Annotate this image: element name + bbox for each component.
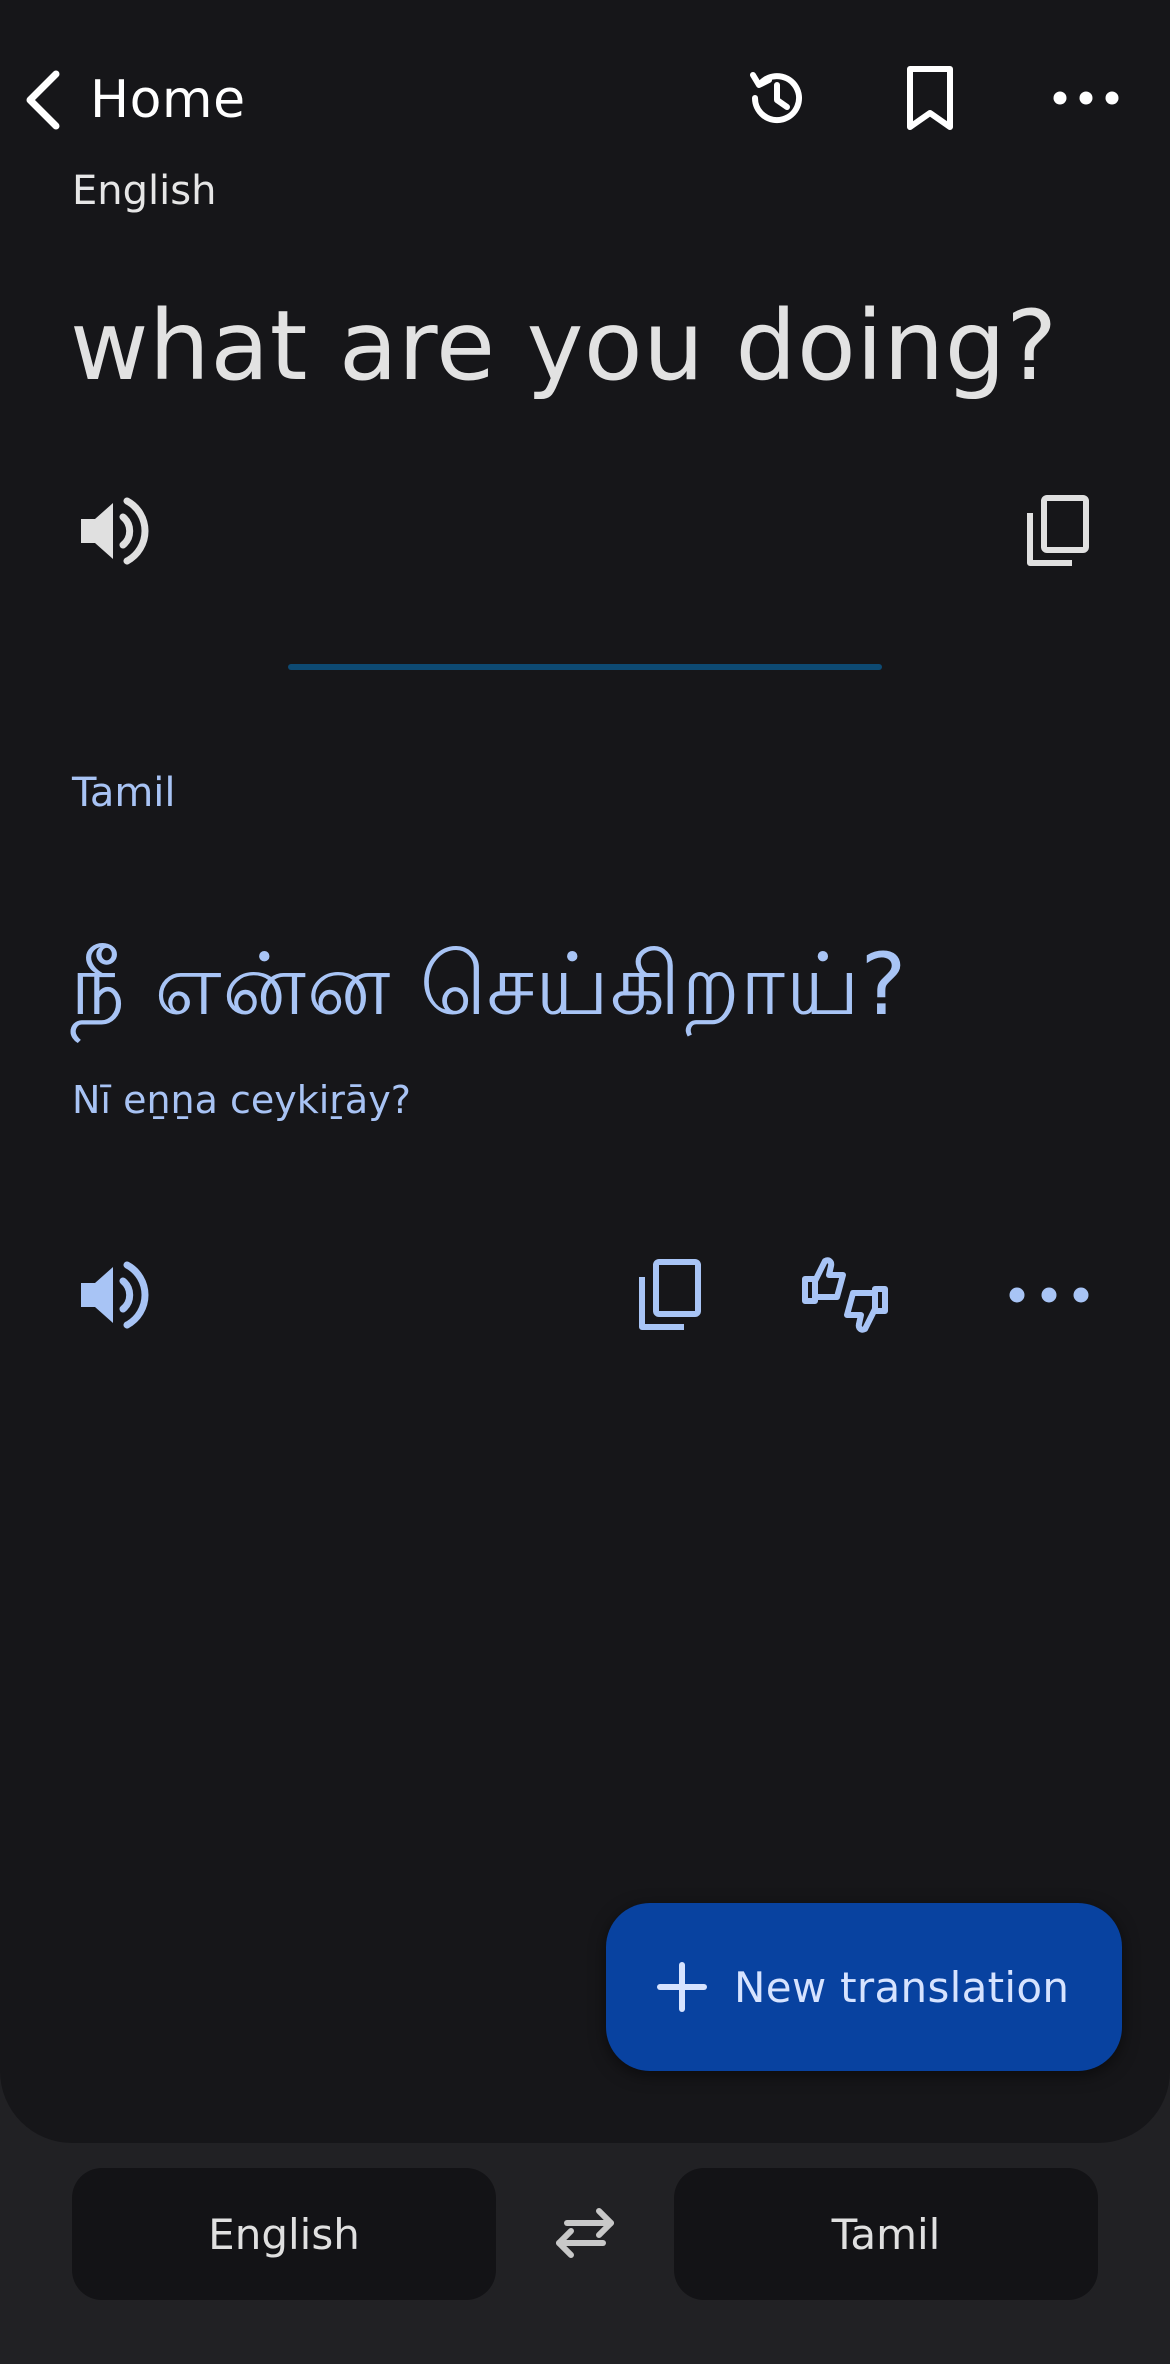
transliteration-text: Nī eṉṉa ceykiṟāy? [72, 1078, 411, 1122]
target-language-label: Tamil [72, 770, 176, 816]
bookmark-icon [900, 63, 960, 137]
copy-icon [634, 1257, 704, 1337]
swap-languages-button[interactable] [540, 2190, 630, 2280]
translate-screen: Home English what are you doing? Tamil ந… [0, 0, 1170, 2364]
translated-text[interactable]: நீ என்ன செய்கிறாய்? [70, 935, 907, 1046]
more-options-button[interactable] [1044, 58, 1128, 142]
history-button[interactable] [734, 58, 818, 142]
rate-translation-button[interactable] [800, 1252, 890, 1342]
target-more-button[interactable] [1004, 1252, 1094, 1342]
target-language-selector-label: Tamil [831, 2209, 941, 2259]
speaker-icon [75, 1257, 151, 1337]
history-icon [741, 63, 811, 137]
more-horizontal-icon [1051, 88, 1121, 112]
back-label: Home [90, 70, 246, 130]
source-language-selector[interactable]: English [72, 2168, 496, 2300]
new-translation-button[interactable]: New translation [606, 1903, 1122, 2071]
source-language-label: English [72, 168, 217, 214]
new-translation-label: New translation [734, 1962, 1070, 2012]
copy-icon [1022, 493, 1092, 573]
source-text[interactable]: what are you doing? [70, 290, 1058, 402]
source-listen-button[interactable] [68, 488, 158, 578]
saved-button[interactable] [888, 58, 972, 142]
target-copy-button[interactable] [624, 1252, 714, 1342]
thumbs-up-down-icon [799, 1253, 891, 1341]
target-listen-button[interactable] [68, 1252, 158, 1342]
swap-arrows-icon [553, 2205, 617, 2265]
speaker-icon [75, 493, 151, 573]
target-language-selector[interactable]: Tamil [674, 2168, 1098, 2300]
translation-card: Home English what are you doing? Tamil ந… [0, 0, 1170, 2143]
source-copy-button[interactable] [1012, 488, 1102, 578]
more-horizontal-icon [1007, 1284, 1091, 1310]
chevron-left-icon [16, 60, 72, 140]
plus-icon [656, 1961, 708, 2013]
source-language-selector-label: English [208, 2209, 360, 2259]
divider [288, 664, 882, 670]
back-button[interactable]: Home [16, 60, 246, 140]
